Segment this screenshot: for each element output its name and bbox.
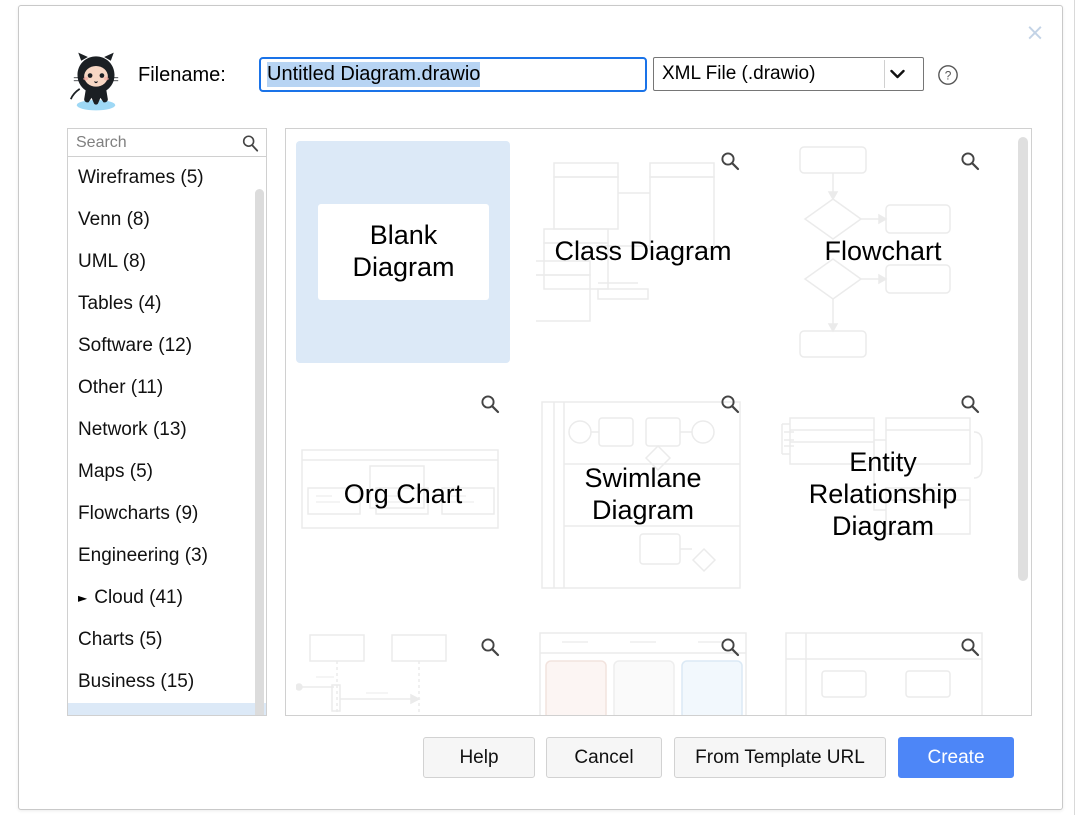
template-preview bbox=[296, 634, 447, 715]
template-tile[interactable]: Sequence bbox=[296, 627, 510, 715]
zoom-preview-icon[interactable] bbox=[720, 637, 740, 657]
zoom-preview-icon[interactable] bbox=[960, 151, 980, 171]
sidebar-item-label: Venn (8) bbox=[78, 209, 150, 230]
template-tile[interactable]: Swimlane Diagram bbox=[536, 384, 750, 606]
zoom-preview-icon[interactable] bbox=[960, 637, 980, 657]
dialog-footer: Help Cancel From Template URL Create bbox=[19, 737, 1062, 781]
sidebar-item-label: Charts (5) bbox=[78, 629, 163, 650]
sidebar-item-other[interactable]: Other (11) bbox=[68, 367, 266, 409]
zoom-preview-icon[interactable] bbox=[480, 394, 500, 414]
sidebar-item-software[interactable]: Software (12) bbox=[68, 325, 266, 367]
sidebar-item-uml[interactable]: UML (8) bbox=[68, 241, 266, 283]
template-tile[interactable]: Class Diagram bbox=[536, 141, 750, 363]
template-label: Flowchart bbox=[824, 236, 942, 267]
new-diagram-dialog: × Filename: Untitled Diagram.drawio XML … bbox=[18, 5, 1063, 810]
page-right-edge bbox=[1074, 0, 1080, 815]
template-label: Org Chart bbox=[343, 479, 463, 510]
sidebar-item-wireframes[interactable]: Wireframes (5) bbox=[68, 157, 266, 199]
sidebar-item-engineering[interactable]: Engineering (3) bbox=[68, 535, 266, 577]
sidebar-item-label: Other (11) bbox=[78, 377, 164, 398]
create-button[interactable]: Create bbox=[898, 737, 1014, 778]
sidebar-scrollbar[interactable] bbox=[254, 187, 265, 715]
sidebar-item-business[interactable]: Business (15) bbox=[68, 661, 266, 703]
close-icon[interactable]: × bbox=[1022, 20, 1048, 46]
sidebar-scrollbar-thumb[interactable] bbox=[255, 189, 264, 715]
template-tile[interactable]: Org Chart bbox=[296, 384, 510, 606]
search-input[interactable]: Search bbox=[67, 128, 267, 157]
template-tile[interactable]: Blank Diagram bbox=[296, 141, 510, 363]
template-tile[interactable]: Cross- bbox=[776, 627, 990, 715]
sidebar-item-cloud[interactable]: ► Cloud (41) bbox=[68, 577, 266, 619]
select-divider bbox=[884, 60, 885, 88]
sidebar-item-venn[interactable]: Venn (8) bbox=[68, 199, 266, 241]
category-list[interactable]: Wireframes (5) Venn (8) UML (8) Tables (4) S… bbox=[67, 157, 267, 716]
template-tile[interactable]: Simple bbox=[536, 627, 750, 715]
sidebar-item-label: Business (15) bbox=[78, 671, 195, 692]
cancel-button[interactable]: Cancel bbox=[546, 737, 662, 778]
grid-scrollbar-thumb[interactable] bbox=[1018, 137, 1028, 581]
zoom-preview-icon[interactable] bbox=[960, 394, 980, 414]
template-grid: Blank Diagram Class Diagram Flowchart Org C… bbox=[286, 129, 1006, 715]
template-grid-panel[interactable]: Blank Diagram Class Diagram Flowchart Org C… bbox=[285, 128, 1032, 716]
sidebar-item-label: Engineering (3) bbox=[78, 545, 208, 566]
sidebar-item-tables[interactable]: Tables (4) bbox=[68, 283, 266, 325]
zoom-preview-icon[interactable] bbox=[720, 394, 740, 414]
sidebar-item-flowcharts[interactable]: Flowcharts (9) bbox=[68, 493, 266, 535]
filetype-select[interactable]: XML File (.drawio) bbox=[653, 57, 924, 91]
search-icon[interactable] bbox=[241, 134, 259, 152]
expand-triangle-icon[interactable]: ► bbox=[78, 591, 87, 605]
sidebar-item-label: Flowcharts (9) bbox=[78, 503, 199, 524]
filename-input[interactable]: Untitled Diagram.drawio bbox=[259, 57, 647, 92]
sidebar-item-label: Software (12) bbox=[78, 335, 193, 356]
chevron-down-icon bbox=[890, 69, 905, 79]
template-label: Class Diagram bbox=[554, 236, 732, 267]
search-placeholder: Search bbox=[76, 133, 127, 151]
sidebar-item-network[interactable]: Network (13) bbox=[68, 409, 266, 451]
template-tile[interactable]: Entity Relationship Diagram bbox=[776, 384, 990, 606]
page-left-margin bbox=[0, 0, 18, 815]
sidebar-item-label: Wireframes (5) bbox=[78, 167, 204, 188]
template-preview bbox=[785, 632, 983, 715]
question-mark-circle-icon[interactable]: ? bbox=[937, 64, 959, 86]
from-template-url-button[interactable]: From Template URL bbox=[674, 737, 886, 778]
zoom-preview-icon[interactable] bbox=[480, 637, 500, 657]
template-preview bbox=[539, 632, 747, 715]
sidebar-item-maps[interactable]: Maps (5) bbox=[68, 451, 266, 493]
help-button[interactable]: Help bbox=[423, 737, 535, 778]
sidebar-item-charts[interactable]: Charts (5) bbox=[68, 619, 266, 661]
sidebar-item-basic[interactable]: Basic (9) bbox=[68, 703, 266, 715]
template-tile[interactable]: Flowchart bbox=[776, 141, 990, 363]
filename-label: Filename: bbox=[138, 64, 226, 86]
grid-scrollbar[interactable] bbox=[1016, 131, 1029, 713]
sidebar-item-label: Tables (4) bbox=[78, 293, 162, 314]
zoom-preview-icon[interactable] bbox=[720, 151, 740, 171]
blank-diagram-thumb: Blank Diagram bbox=[318, 204, 489, 300]
template-label: Blank Diagram bbox=[352, 220, 455, 282]
filename-value: Untitled Diagram.drawio bbox=[267, 62, 481, 87]
sidebar-item-label: UML (8) bbox=[78, 251, 146, 272]
dialog-header: Filename: Untitled Diagram.drawio XML Fi… bbox=[19, 44, 1062, 111]
template-label: Entity Relationship Diagram bbox=[808, 447, 958, 541]
category-sidebar: Search Wireframes (5) Venn (8) UML (8) Tabl… bbox=[67, 128, 267, 716]
sidebar-item-label: Network (13) bbox=[78, 419, 187, 440]
screen: × Filename: Untitled Diagram.drawio XML … bbox=[0, 0, 1080, 815]
sidebar-item-label: Maps (5) bbox=[78, 461, 153, 482]
github-octocat-logo bbox=[70, 52, 119, 111]
filetype-value: XML File (.drawio) bbox=[662, 63, 816, 84]
sidebar-item-label: Basic (9) bbox=[78, 713, 153, 715]
template-label: Swimlane Diagram bbox=[584, 463, 702, 525]
svg-text:?: ? bbox=[945, 69, 952, 83]
sidebar-item-label: Cloud (41) bbox=[94, 587, 183, 608]
